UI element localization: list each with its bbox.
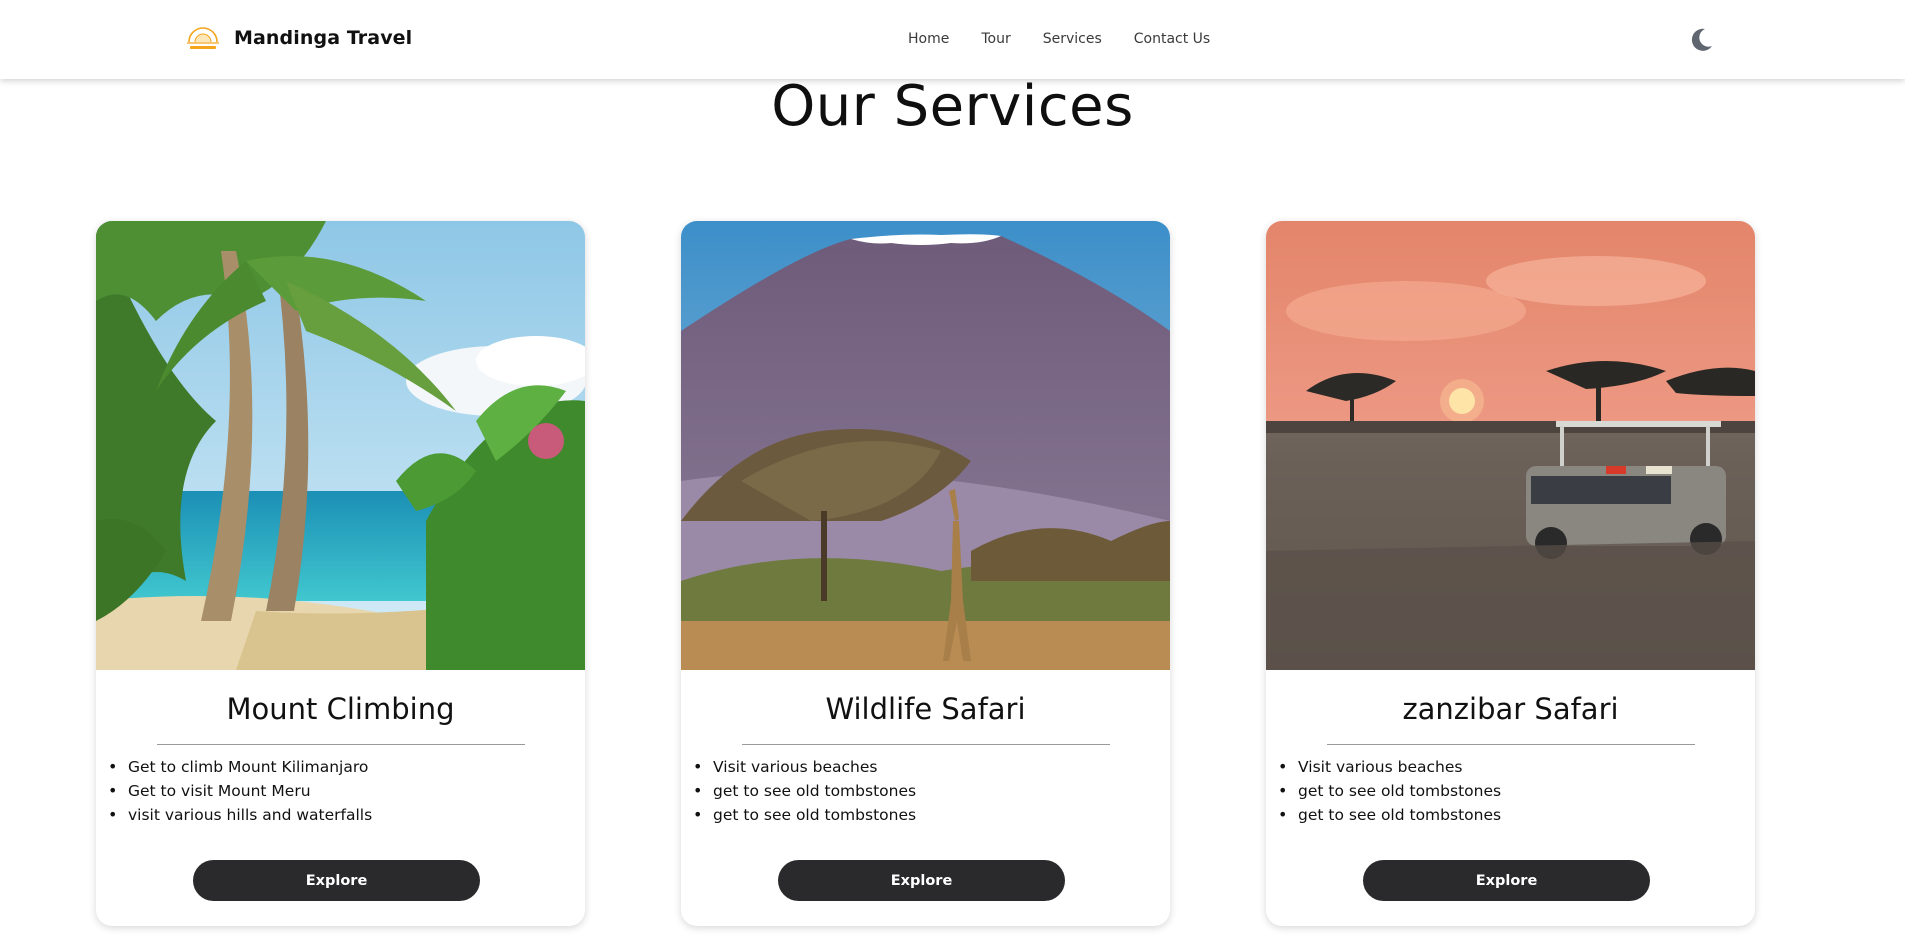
- nav-home[interactable]: Home: [892, 31, 965, 47]
- list-item: Get to visit Mount Meru: [108, 779, 585, 803]
- card-title: Wildlife Safari: [825, 692, 1026, 726]
- main-nav: Home Tour Services Contact Us: [878, 14, 1241, 64]
- page-title: Our Services: [771, 74, 1134, 139]
- explore-button[interactable]: Explore: [193, 860, 480, 901]
- list-item: visit various hills and waterfalls: [108, 803, 585, 827]
- list-item: Get to climb Mount Kilimanjaro: [108, 755, 585, 779]
- divider: [156, 744, 525, 745]
- card-feature-list: Visit various beaches get to see old tom…: [1278, 755, 1755, 827]
- explore-button[interactable]: Explore: [778, 860, 1065, 901]
- service-card: Wildlife Safari Visit various beaches ge…: [681, 221, 1170, 926]
- divider: [1326, 744, 1695, 745]
- sunset-safari-jeep-image: [1266, 221, 1755, 670]
- nav-tour[interactable]: Tour: [965, 31, 1026, 47]
- top-navbar: Mandinga Travel Home Tour Services Conta…: [0, 0, 1905, 79]
- brand-name: Mandinga Travel: [234, 27, 413, 49]
- divider: [741, 744, 1110, 745]
- list-item: Visit various beaches: [1278, 755, 1755, 779]
- list-item: Visit various beaches: [693, 755, 1170, 779]
- card-feature-list: Visit various beaches get to see old tom…: [693, 755, 1170, 827]
- beach-palm-trees-image: [96, 221, 585, 670]
- list-item: get to see old tombstones: [1278, 779, 1755, 803]
- kilimanjaro-giraffe-image: [681, 221, 1170, 670]
- list-item: get to see old tombstones: [693, 779, 1170, 803]
- list-item: get to see old tombstones: [693, 803, 1170, 827]
- service-card: zanzibar Safari Visit various beaches ge…: [1266, 221, 1755, 926]
- sunrise-logo-icon: [187, 27, 219, 49]
- brand[interactable]: Mandinga Travel: [184, 22, 412, 54]
- list-item: get to see old tombstones: [1278, 803, 1755, 827]
- nav-services[interactable]: Services: [1027, 31, 1118, 47]
- card-feature-list: Get to climb Mount Kilimanjaro Get to vi…: [108, 755, 585, 827]
- card-title: zanzibar Safari: [1402, 692, 1619, 726]
- service-card: Mount Climbing Get to climb Mount Kilima…: [96, 221, 585, 926]
- card-title: Mount Climbing: [226, 692, 455, 726]
- explore-button[interactable]: Explore: [1363, 860, 1650, 901]
- nav-contact-us[interactable]: Contact Us: [1118, 31, 1226, 47]
- moon-icon[interactable]: [1686, 25, 1716, 55]
